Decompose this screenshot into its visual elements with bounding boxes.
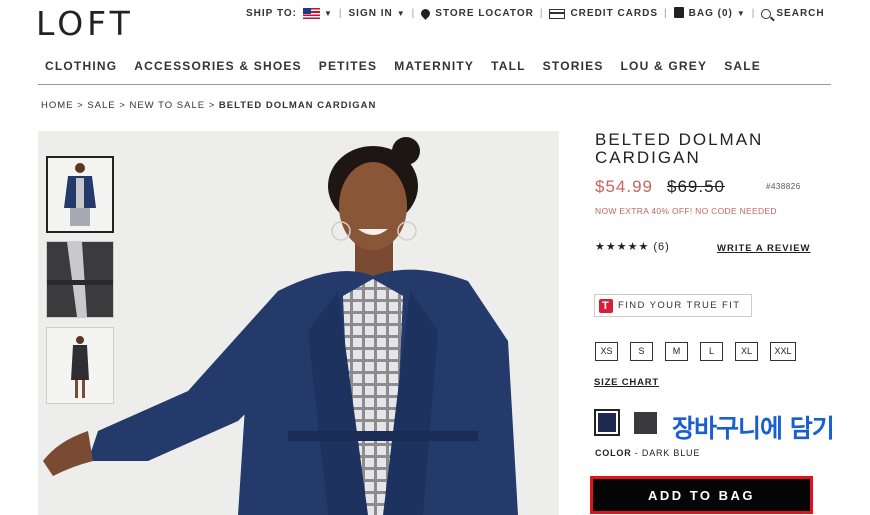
breadcrumb-sale[interactable]: SALE [87, 100, 115, 111]
loft-logo[interactable]: LOFT [36, 4, 134, 43]
divider: | [338, 8, 343, 19]
divider: | [751, 8, 756, 19]
write-review-link[interactable]: WRITE A REVIEW [717, 243, 811, 254]
ship-to-label: SHIP TO: [246, 8, 297, 19]
true-fit-label: FIND YOUR TRUE FIT [618, 300, 741, 311]
original-price: $69.50 [667, 177, 725, 196]
nav-item-tall[interactable]: TALL [491, 59, 526, 73]
size-option-xl[interactable]: XL [735, 342, 758, 361]
color-swatch-dark-blue[interactable] [594, 409, 620, 436]
add-to-bag-button[interactable]: ADD TO BAG [590, 476, 813, 514]
breadcrumb-current: BELTED DOLMAN CARDIGAN [218, 100, 377, 111]
nav-item-lou-grey[interactable]: LOU & GREY [621, 59, 708, 73]
sign-in-link[interactable]: SIGN IN [349, 8, 393, 19]
utility-bar: SHIP TO: ▼ | SIGN IN ▼ | STORE LOCATOR |… [246, 7, 830, 20]
sale-price: $54.99 [595, 177, 653, 196]
thumbnail-image [47, 242, 113, 317]
color-value: DARK BLUE [641, 448, 701, 458]
color-label: COLOR - DARK BLUE [595, 448, 701, 458]
nav-item-stories[interactable]: STORIES [543, 59, 604, 73]
breadcrumb-home[interactable]: HOME [41, 100, 74, 111]
shopping-bag-icon [673, 7, 684, 18]
chevron-down-icon[interactable]: ▼ [324, 9, 333, 18]
color-swatch-charcoal[interactable] [634, 412, 657, 434]
us-flag-icon[interactable] [302, 8, 320, 19]
product-title: BELTED DOLMAN CARDIGAN [595, 130, 764, 167]
search-link[interactable]: SEARCH [776, 8, 824, 19]
size-option-xs[interactable]: XS [595, 342, 618, 361]
nav-item-clothing[interactable]: CLOTHING [45, 59, 117, 73]
size-option-s[interactable]: S [630, 342, 653, 361]
search-icon[interactable] [761, 8, 772, 19]
review-count: (6) [653, 241, 670, 253]
nav-item-maternity[interactable]: MATERNITY [394, 59, 474, 73]
product-main-image[interactable] [38, 131, 559, 515]
credit-card-icon [549, 8, 566, 19]
breadcrumb-new-to-sale[interactable]: NEW TO SALE [129, 100, 205, 111]
promo-message: NOW EXTRA 40% OFF! NO CODE NEEDED [595, 206, 777, 216]
size-chart-link[interactable]: SIZE CHART [594, 377, 659, 388]
main-nav: CLOTHING ACCESSORIES & SHOES PETITES MAT… [45, 59, 778, 73]
true-fit-logo-icon: T [599, 298, 613, 313]
thumbnail-front[interactable] [46, 156, 114, 233]
breadcrumb-separator: > [77, 100, 84, 111]
product-sku: #438826 [766, 182, 801, 191]
breadcrumb-separator: > [208, 100, 216, 111]
bag-link[interactable]: BAG (0) [689, 8, 733, 19]
divider: | [411, 8, 416, 19]
true-fit-button[interactable]: T FIND YOUR TRUE FIT [594, 294, 752, 317]
add-to-cart-annotation: 장바구니에 담기 [672, 414, 835, 443]
size-selector: XS S M L XL XXL [595, 342, 808, 361]
credit-cards-link[interactable]: CREDIT CARDS [570, 8, 658, 19]
thumbnail-image [48, 158, 112, 231]
divider: | [664, 8, 668, 19]
breadcrumb-separator: > [119, 100, 126, 111]
color-label-key: COLOR [595, 448, 632, 458]
nav-item-sale[interactable]: SALE [724, 59, 761, 73]
nav-item-accessories-shoes[interactable]: ACCESSORIES & SHOES [134, 59, 302, 73]
store-locator-link[interactable]: STORE LOCATOR [435, 8, 534, 19]
size-option-m[interactable]: M [665, 342, 688, 361]
divider: | [539, 8, 544, 19]
swatch-fill [598, 413, 616, 432]
size-option-xxl[interactable]: XXL [770, 342, 796, 361]
size-option-l[interactable]: L [700, 342, 723, 361]
thumbnail-image [47, 328, 113, 403]
nav-item-petites[interactable]: PETITES [319, 59, 377, 73]
breadcrumb: HOME > SALE > NEW TO SALE > BELTED DOLMA… [41, 100, 376, 111]
chevron-down-icon[interactable]: ▼ [737, 9, 746, 18]
star-rating-icon: ★★★★★ [595, 241, 650, 253]
model-photo [38, 131, 559, 515]
chevron-down-icon[interactable]: ▼ [397, 9, 406, 18]
nav-divider [38, 84, 831, 85]
rating[interactable]: ★★★★★ (6) [595, 240, 670, 253]
thumbnail-back[interactable] [46, 327, 114, 404]
location-pin-icon [419, 7, 433, 20]
thumbnail-detail[interactable] [46, 241, 114, 318]
